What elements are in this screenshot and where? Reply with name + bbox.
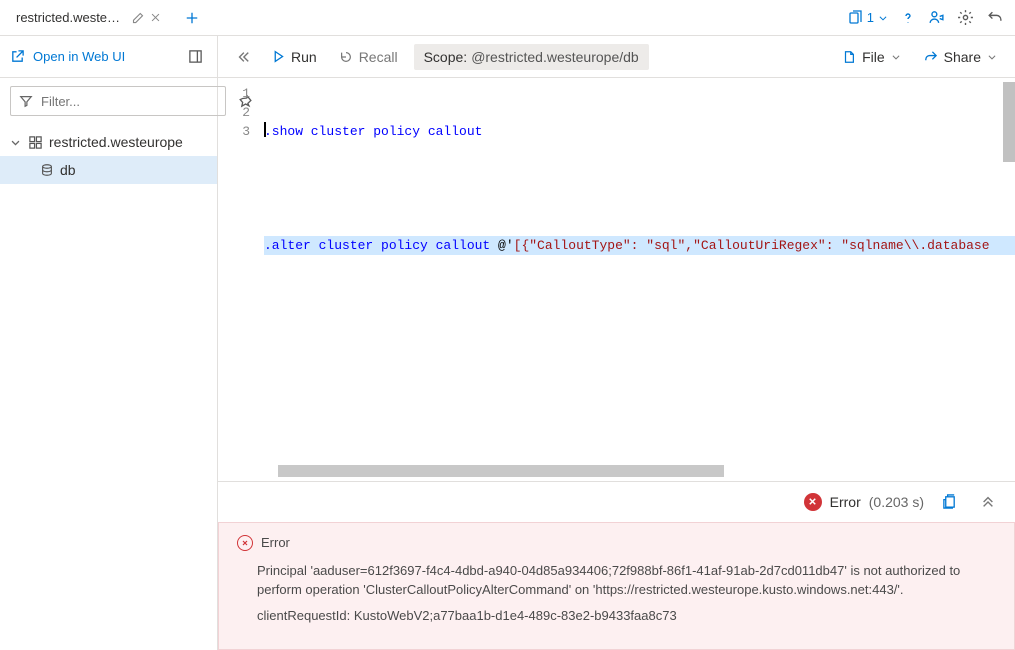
copy-count: 1 [867,10,874,25]
undo-button[interactable] [980,3,1009,32]
tab-strip: restricted.westeur… 1 [0,0,1015,36]
rename-icon[interactable] [132,12,144,24]
collapse-toolbar-button[interactable] [230,44,256,70]
tree-cluster-row[interactable]: restricted.westeurope [0,128,217,156]
copy-results-button[interactable]: 1 [841,4,894,32]
cluster-icon [28,135,43,150]
chevron-down-icon [891,52,901,62]
run-button[interactable]: Run [266,45,323,69]
error-request-id: clientRequestId: KustoWebV2;a77baa1b-d1e… [257,606,996,626]
panel-toggle-icon[interactable] [184,45,207,68]
error-message: Principal 'aaduser=612f3697-f4c4-4dbd-a9… [257,561,996,600]
editor-toolbar: Run Recall Scope: @restricted.westeurope… [218,36,1015,78]
file-icon [842,50,856,64]
scope-pill[interactable]: Scope: @restricted.westeurope/db [414,44,649,70]
error-panel: Error Principal 'aaduser=612f3697-f4c4-4… [218,522,1015,650]
filter-icon [19,94,33,108]
editor-content[interactable]: .show cluster policy callout .alter clus… [260,78,1015,481]
error-ring-icon [237,535,253,551]
tree-db-label: db [60,162,76,178]
minimap-scrollbar[interactable] [1003,82,1015,162]
share-icon [923,49,938,64]
recall-label: Recall [359,49,398,65]
close-icon[interactable] [150,12,161,23]
database-icon [40,163,54,177]
collapse-results-button[interactable] [975,489,1001,515]
connection-tree: restricted.westeurope db [0,124,217,188]
chevron-down-icon [987,52,997,62]
open-in-web-label: Open in Web UI [33,49,125,64]
filter-input[interactable] [41,94,217,109]
tab-title: restricted.westeur… [16,10,126,25]
filter-input-wrap[interactable] [10,86,226,116]
scrollbar-thumb[interactable] [278,465,724,477]
code-editor[interactable]: 1 2 3 .show cluster policy callout .alte… [218,78,1015,481]
open-in-web-button[interactable]: Open in Web UI [10,49,125,64]
result-status: Error (0.203 s) [804,493,924,511]
scope-value: @restricted.westeurope/db [471,49,639,65]
tree-db-row[interactable]: db [0,156,217,184]
file-menu[interactable]: File [836,45,907,69]
feedback-button[interactable] [922,3,951,32]
help-button[interactable] [894,4,922,32]
tree-cluster-label: restricted.westeurope [49,134,183,150]
tab-restricted[interactable]: restricted.westeur… [6,2,171,34]
recall-icon [339,50,353,64]
scope-key: Scope: [424,49,468,65]
copy-result-button[interactable] [936,488,963,515]
text-cursor [264,122,266,137]
editor-gutter: 1 2 3 [218,78,260,481]
chevron-down-icon [8,137,22,148]
error-icon [804,493,822,511]
results-panel: Error (0.203 s) Error [218,481,1015,650]
share-label: Share [944,49,981,65]
new-tab-button[interactable] [179,5,205,31]
share-menu[interactable]: Share [917,45,1003,69]
status-timing: (0.203 s) [869,494,924,510]
play-icon [272,50,285,63]
run-label: Run [291,49,317,65]
file-label: File [862,49,885,65]
horizontal-scrollbar[interactable] [278,465,997,477]
status-label: Error [830,494,861,510]
settings-button[interactable] [951,3,980,32]
sidebar: Open in Web UI [0,36,218,650]
error-title: Error [261,535,290,550]
recall-button[interactable]: Recall [333,45,404,69]
